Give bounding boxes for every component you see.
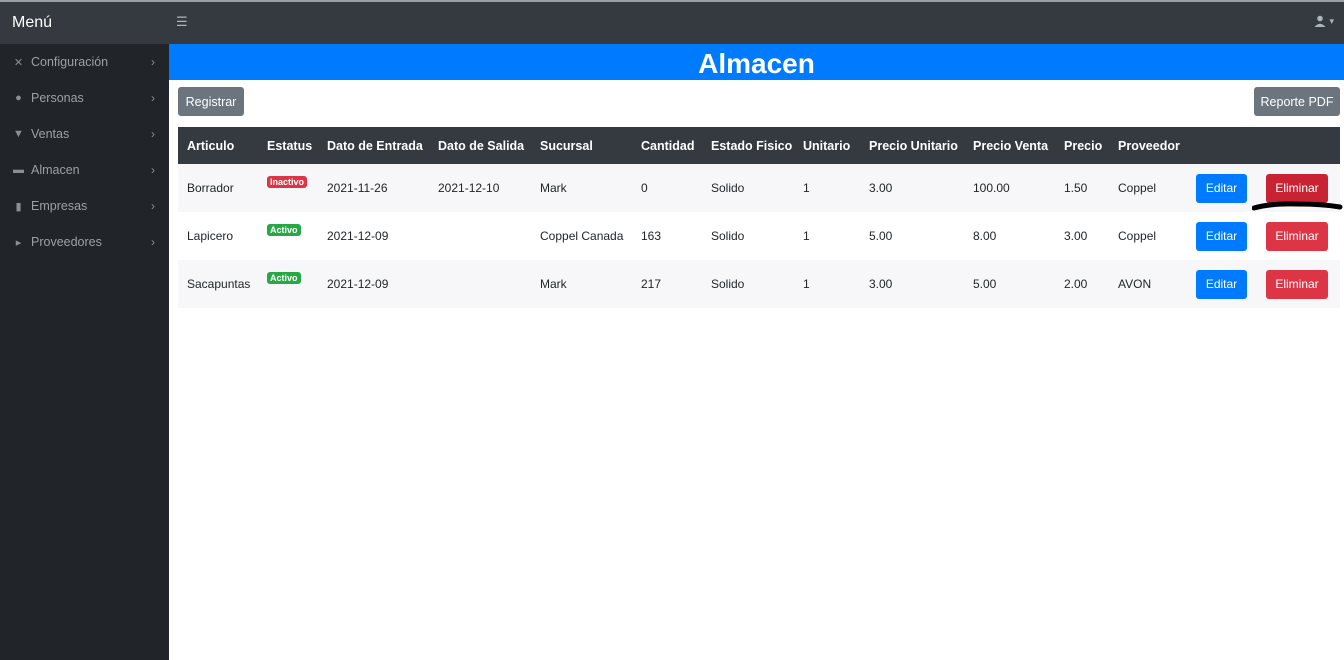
cell-salida	[429, 260, 531, 308]
cell-precio: 2.00	[1064, 277, 1088, 291]
cell-precio-unitario: 5.00	[869, 229, 893, 243]
column-header: Precio Venta	[973, 138, 1049, 153]
sidebar-item-empresas[interactable]: ▮ Empresas ›	[0, 188, 169, 224]
cell-proveedor: Coppel	[1118, 229, 1157, 243]
column-header: Proveedor	[1118, 138, 1180, 153]
table-row: Borrador Inactivo 2021-11-26 2021-12-10 …	[178, 164, 1340, 212]
column-header: Unitario	[803, 138, 851, 153]
sidebar-item-almacen[interactable]: ▬ Almacen ›	[0, 152, 169, 188]
cell-estado: Solido	[711, 229, 745, 243]
warehouse-icon: ▬	[13, 164, 24, 176]
cell-precio-venta: 100.00	[973, 181, 1010, 195]
cell-entrada: 2021-12-09	[327, 277, 389, 291]
column-header	[1187, 127, 1257, 164]
inventory-table: Articulo Estatus Dato de Entrada Dato de…	[178, 127, 1340, 308]
column-header: Sucursal	[540, 138, 593, 153]
user-menu-button[interactable]: ▾	[1314, 15, 1334, 27]
cart-icon: ▼	[13, 128, 24, 140]
column-header: Estatus	[267, 138, 313, 153]
cell-sucursal: Mark	[540, 181, 567, 195]
chevron-right-icon: ›	[151, 55, 155, 69]
sidebar-item-label: Empresas	[31, 199, 88, 213]
cell-proveedor: AVON	[1118, 277, 1152, 291]
chevron-right-icon: ›	[151, 127, 155, 141]
edit-button[interactable]: Editar	[1196, 269, 1247, 299]
cell-sucursal: Mark	[540, 277, 567, 291]
sidebar-item-label: Proveedores	[31, 235, 102, 249]
sidebar-item-label: Personas	[31, 91, 84, 105]
sidebar-item-label: Configuración	[31, 55, 109, 69]
cell-entrada: 2021-12-09	[327, 229, 389, 243]
pdf-report-button[interactable]: Reporte PDF	[1254, 87, 1340, 116]
page-title: Almacen	[169, 44, 1344, 80]
column-header: Precio Unitario	[869, 138, 958, 153]
cell-entrada: 2021-11-26	[327, 181, 388, 195]
tools-icon: ✕	[13, 56, 24, 69]
cell-precio: 3.00	[1064, 229, 1088, 243]
status-badge: Activo	[267, 272, 301, 284]
cell-precio-venta: 5.00	[973, 277, 997, 291]
cell-unitario: 1	[803, 277, 810, 291]
cell-precio: 1.50	[1064, 181, 1088, 195]
edit-button[interactable]: Editar	[1196, 221, 1247, 251]
sidebar-item-proveedores[interactable]: ▸ Proveedores ›	[0, 224, 169, 260]
column-header: Cantidad	[641, 138, 695, 153]
status-badge: Activo	[267, 224, 301, 236]
delete-button[interactable]: Eliminar	[1266, 221, 1328, 251]
truck-icon: ▸	[15, 236, 22, 249]
column-header: Estado Fisico	[711, 138, 793, 153]
sidebar-item-label: Ventas	[31, 127, 70, 141]
cell-unitario: 1	[803, 229, 810, 243]
cell-estado: Solido	[711, 181, 745, 195]
cell-cantidad: 0	[641, 181, 648, 195]
sidebar-item-configuracion[interactable]: ✕ Configuración ›	[0, 44, 169, 80]
column-header: Dato de Salida	[438, 138, 525, 153]
cell-articulo: Lapicero	[187, 229, 234, 243]
brand-title: Menú	[12, 14, 53, 31]
chevron-right-icon: ›	[151, 163, 155, 177]
cell-articulo: Borrador	[187, 181, 234, 195]
table-row: Sacapuntas Activo 2021-12-09 Mark 217 So…	[178, 260, 1340, 308]
building-icon: ▮	[15, 200, 22, 213]
cell-cantidad: 163	[641, 229, 662, 243]
sidebar-item-personas[interactable]: ● Personas ›	[0, 80, 169, 116]
cell-unitario: 1	[803, 181, 810, 195]
users-icon: ●	[15, 92, 22, 104]
column-header: Precio	[1064, 138, 1103, 153]
chevron-down-icon: ▾	[1329, 15, 1334, 26]
column-header: Articulo	[187, 138, 235, 153]
sidebar-item-ventas[interactable]: ▼ Ventas ›	[0, 116, 169, 152]
cell-salida	[429, 212, 531, 260]
delete-button[interactable]: Eliminar	[1266, 269, 1328, 299]
cell-proveedor: Coppel	[1118, 181, 1157, 195]
cell-precio-venta: 8.00	[973, 229, 997, 243]
user-icon	[1314, 15, 1326, 27]
sidebar-item-label: Almacen	[31, 163, 80, 177]
table-row: Lapicero Activo 2021-12-09 Coppel Canada…	[178, 212, 1340, 260]
column-header	[1257, 127, 1340, 164]
chevron-right-icon: ›	[151, 199, 155, 213]
hamburger-menu-icon[interactable]: ☰	[176, 14, 188, 30]
cell-estado: Solido	[711, 277, 745, 291]
register-button[interactable]: Registrar	[178, 87, 244, 116]
status-badge: Inactivo	[267, 176, 308, 188]
top-navbar: Menú ☰ ▾	[0, 0, 1344, 44]
sidebar: ✕ Configuración › ● Personas › ▼ Ventas …	[0, 44, 169, 660]
column-header: Dato de Entrada	[327, 138, 423, 153]
chevron-right-icon: ›	[151, 91, 155, 105]
cell-precio-unitario: 3.00	[869, 277, 893, 291]
cell-articulo: Sacapuntas	[187, 277, 251, 291]
cell-cantidad: 217	[641, 277, 662, 291]
edit-button[interactable]: Editar	[1196, 173, 1247, 203]
cell-sucursal: Coppel Canada	[540, 229, 624, 243]
table-header-row: Articulo Estatus Dato de Entrada Dato de…	[178, 127, 1340, 164]
chevron-right-icon: ›	[151, 235, 155, 249]
cell-precio-unitario: 3.00	[869, 181, 893, 195]
cell-salida: 2021-12-10	[438, 181, 500, 195]
underline-mark	[1252, 201, 1343, 211]
